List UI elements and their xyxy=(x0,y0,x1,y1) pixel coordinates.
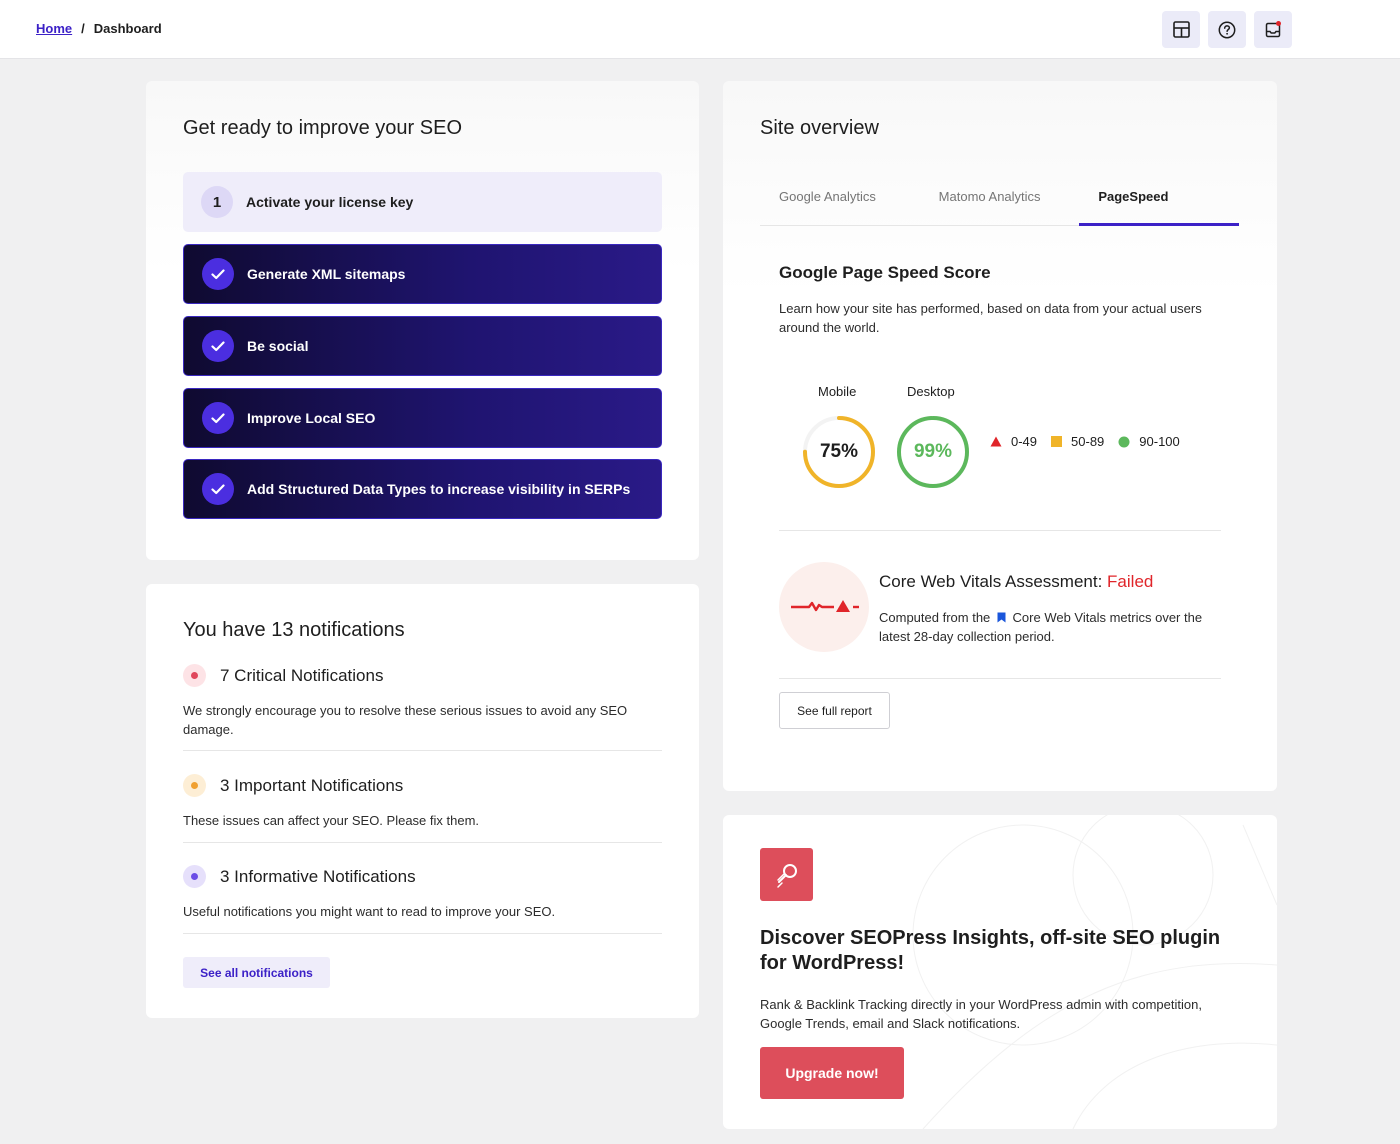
legend-good: 90-100 xyxy=(1118,434,1180,449)
task-structured-data[interactable]: Add Structured Data Types to increase vi… xyxy=(183,459,662,519)
see-full-report-button[interactable]: See full report xyxy=(779,692,890,729)
notification-group-description: These issues can affect your SEO. Please… xyxy=(183,813,480,828)
breadcrumb-home-link[interactable]: Home xyxy=(36,21,72,36)
task-label: Improve Local SEO xyxy=(247,410,376,426)
legend-poor: 0-49 xyxy=(990,434,1037,449)
improve-seo-card: Get ready to improve your SEO 1 Activate… xyxy=(146,81,699,560)
site-overview-card: Site overview Google Analytics Matomo An… xyxy=(723,81,1277,791)
seopress-insights-card: Discover SEOPress Insights, off-site SEO… xyxy=(723,815,1277,1129)
divider xyxy=(183,750,662,751)
legend-range: 0-49 xyxy=(1011,434,1038,449)
notification-group-label: 7 Critical Notifications xyxy=(220,665,384,685)
pagespeed-description: Learn how your site has performed, based… xyxy=(779,301,1202,335)
divider xyxy=(779,678,1221,679)
core-web-vitals-description: Computed from the Core Web Vitals metric… xyxy=(879,608,1229,646)
desktop-score-value: 99% xyxy=(913,441,953,462)
insights-title: Discover SEOPress Insights, off-site SEO… xyxy=(760,927,1221,974)
core-web-vitals-title: Core Web Vitals Assessment: Failed xyxy=(879,572,1153,592)
notifications-button[interactable] xyxy=(1254,11,1292,48)
notification-group-label: 3 Important Notifications xyxy=(220,775,404,795)
tab-google-analytics[interactable]: Google Analytics xyxy=(760,182,920,226)
desktop-score-gauge: 99% xyxy=(895,414,971,490)
critical-dot-icon xyxy=(183,664,206,687)
upgrade-now-button[interactable]: Upgrade now! xyxy=(760,1047,904,1099)
core-web-vitals-label: Core Web Vitals Assessment: xyxy=(879,572,1103,591)
check-icon xyxy=(202,402,234,434)
check-icon xyxy=(202,473,234,505)
see-all-notifications-button[interactable]: See all notifications xyxy=(183,957,330,988)
legend-range: 90-100 xyxy=(1139,434,1180,449)
task-label: Generate XML sitemaps xyxy=(247,266,406,282)
desktop-score-label: Desktop xyxy=(907,384,955,399)
legend-range: 50-89 xyxy=(1071,434,1105,449)
layout-grid-button[interactable] xyxy=(1162,11,1200,48)
important-dot-icon xyxy=(183,774,206,797)
top-bar: Home / Dashboard xyxy=(0,0,1400,59)
core-web-vitals-failed-icon xyxy=(779,562,869,652)
help-circle-icon xyxy=(1218,21,1236,38)
notification-dot xyxy=(1276,21,1281,26)
task-label: Be social xyxy=(247,338,309,354)
mobile-score-gauge: 75% xyxy=(801,414,877,490)
circle-icon xyxy=(1118,436,1130,447)
triangle-icon xyxy=(990,436,1002,447)
help-button[interactable] xyxy=(1208,11,1246,48)
mobile-score-value: 75% xyxy=(819,441,859,462)
divider xyxy=(779,530,1221,531)
tab-pagespeed[interactable]: PageSpeed xyxy=(1079,182,1240,226)
improve-seo-title: Get ready to improve your SEO xyxy=(183,117,463,139)
tab-matomo-analytics[interactable]: Matomo Analytics xyxy=(920,182,1080,226)
divider xyxy=(183,842,662,843)
square-icon xyxy=(1051,436,1063,447)
notification-group-description: Useful notifications you might want to r… xyxy=(183,904,556,919)
site-overview-tabs: Google Analytics Matomo Analytics PageSp… xyxy=(760,182,1240,226)
notification-group-important: 3 Important Notifications These issues c… xyxy=(183,774,662,830)
breadcrumb-separator: / xyxy=(81,21,85,36)
notification-group-critical: 7 Critical Notifications We strongly enc… xyxy=(183,664,662,739)
task-label: Activate your license key xyxy=(246,194,414,210)
score-legend: 0-49 50-89 90-100 xyxy=(990,434,1194,449)
cwv-desc-start: Computed from the xyxy=(879,610,991,625)
mobile-score-label: Mobile xyxy=(818,384,857,399)
task-step-number: 1 xyxy=(201,186,233,218)
notification-group-description: We strongly encourage you to resolve the… xyxy=(183,703,628,737)
informative-dot-icon xyxy=(183,865,206,888)
divider xyxy=(183,933,662,934)
check-icon xyxy=(202,330,234,362)
task-local-seo[interactable]: Improve Local SEO xyxy=(183,388,662,448)
core-web-vitals-status: Failed xyxy=(1107,572,1154,591)
legend-average: 50-89 xyxy=(1051,434,1104,449)
notifications-title: You have 13 notifications xyxy=(183,619,405,641)
notifications-card: You have 13 notifications 7 Critical Not… xyxy=(146,584,699,1018)
check-icon xyxy=(202,258,234,290)
notification-group-label: 3 Informative Notifications xyxy=(220,866,416,886)
task-activate-license[interactable]: 1 Activate your license key xyxy=(183,172,662,232)
insights-logo-icon xyxy=(760,848,813,901)
breadcrumb-current: Dashboard xyxy=(93,21,162,36)
top-icon-group xyxy=(1162,11,1292,48)
notification-group-informative: 3 Informative Notifications Useful notif… xyxy=(183,865,662,921)
insights-description: Rank & Backlink Tracking directly in you… xyxy=(760,997,1202,1031)
bookmark-icon xyxy=(997,612,1006,623)
layout-grid-icon xyxy=(1172,21,1190,38)
task-label: Add Structured Data Types to increase vi… xyxy=(247,481,631,497)
task-generate-sitemaps[interactable]: Generate XML sitemaps xyxy=(183,244,662,304)
site-overview-title: Site overview xyxy=(760,117,879,139)
breadcrumb: Home / Dashboard xyxy=(36,21,162,36)
task-be-social[interactable]: Be social xyxy=(183,316,662,376)
pagespeed-title: Google Page Speed Score xyxy=(779,263,991,282)
